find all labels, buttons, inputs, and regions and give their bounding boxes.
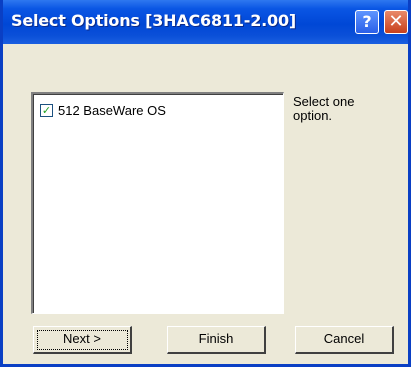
list-item[interactable]: ✓ 512 BaseWare OS [40,102,166,118]
next-button[interactable]: Next > [33,326,132,354]
help-icon[interactable]: ? [355,10,379,34]
cancel-button[interactable]: Cancel [295,326,394,354]
checkbox-512-baseware-os[interactable]: ✓ [40,103,53,117]
select-options-dialog: Select Options [3HAC6811-2.00] ? ✕ ✓ 512… [0,0,411,367]
info-text: Select one option. [293,94,355,123]
window-title: Select Options [3HAC6811-2.00] [11,11,297,30]
options-listbox[interactable]: ✓ 512 BaseWare OS [31,92,284,314]
finish-button[interactable]: Finish [167,326,266,354]
title-bar[interactable]: Select Options [3HAC6811-2.00] ? ✕ [3,0,408,44]
close-icon[interactable]: ✕ [384,10,408,34]
option-label: 512 BaseWare OS [58,102,166,118]
